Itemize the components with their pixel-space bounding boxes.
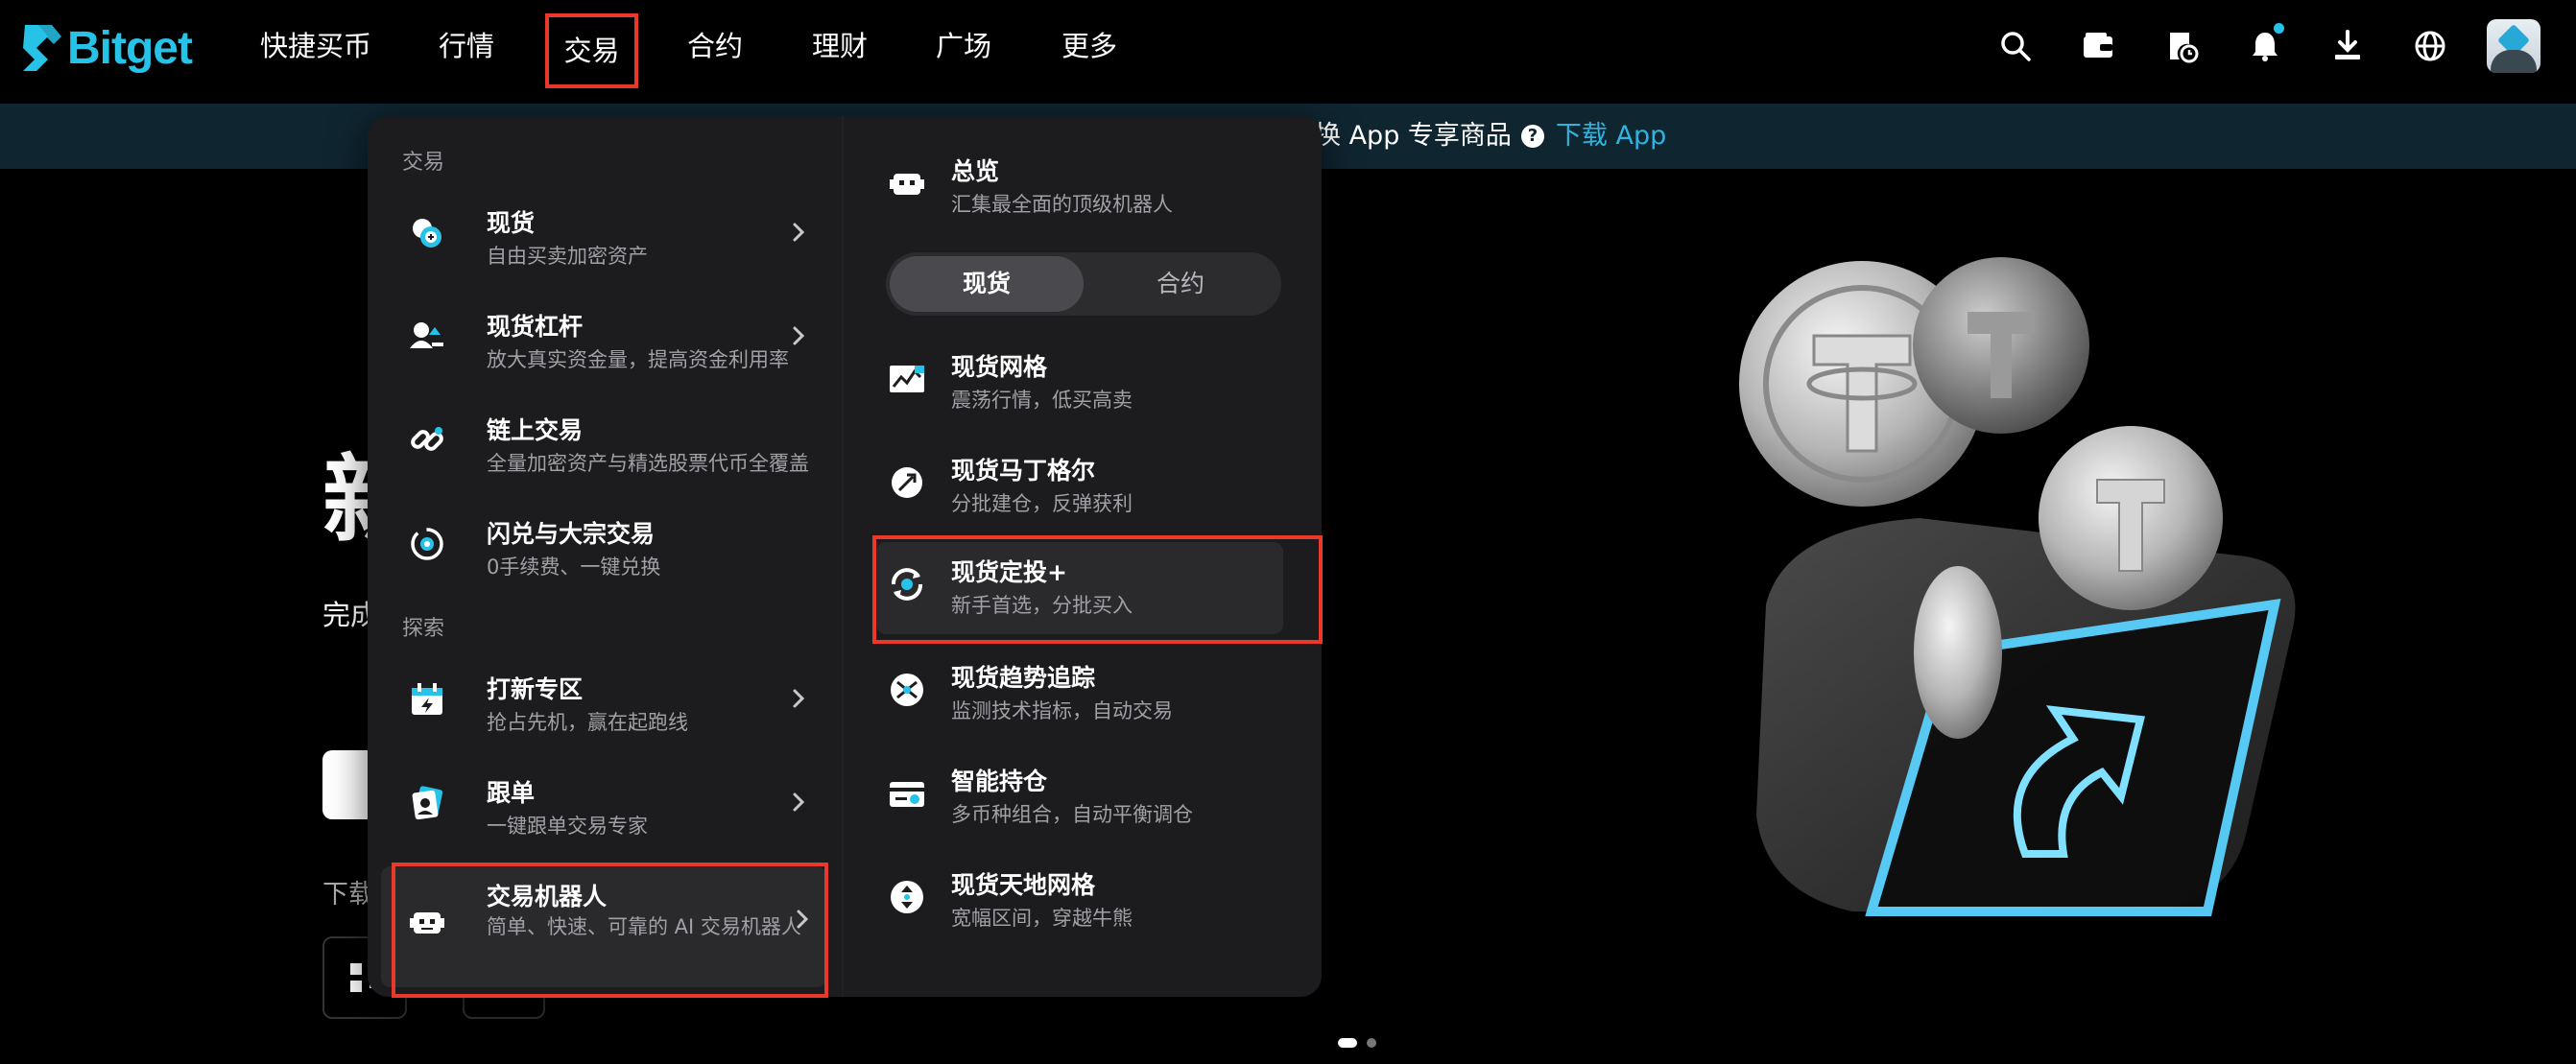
- usdt-coins-wallet-illustration: [1739, 257, 2296, 916]
- launchpad-icon: [406, 678, 448, 721]
- bot-item-desc: 宽幅区间，穿越牛熊: [951, 907, 1133, 930]
- martingale-icon: [886, 461, 928, 504]
- convert-icon: [406, 523, 448, 565]
- avatar-base: [2491, 50, 2537, 73]
- avatar[interactable]: [2487, 19, 2540, 73]
- menu-item-title: 跟单: [487, 779, 536, 807]
- copy-trade-icon: [406, 782, 448, 824]
- menu-item-spot[interactable]: 现货 自由买卖加密资产: [391, 193, 823, 285]
- menu-item-onchain[interactable]: 链上交易 全量加密资产与精选股票代币全覆盖: [391, 400, 823, 492]
- section-label-trade: 交易: [402, 151, 445, 175]
- bot-item-desc: 新手首选，分批买入: [951, 594, 1133, 617]
- menu-item-desc: 一键跟单交易专家: [487, 815, 648, 838]
- download-icon[interactable]: [2326, 25, 2369, 67]
- bot-icon: [406, 901, 448, 943]
- menu-item-trading-bot[interactable]: 交易机器人 简单、快速、可靠的 AI 交易机器人: [381, 866, 826, 987]
- search-icon[interactable]: [1994, 25, 2037, 67]
- bot-type-segmented-control: 现货 合约: [886, 252, 1281, 316]
- portfolio-icon: [886, 772, 928, 815]
- menu-item-title: 交易机器人: [487, 883, 608, 910]
- bot-item-title: 智能持仓: [951, 768, 1048, 795]
- nav-earn[interactable]: 理财: [812, 25, 868, 67]
- nav-futures[interactable]: 合约: [687, 25, 743, 67]
- menu-item-desc: 简单、快速、可靠的 AI 交易机器人: [487, 915, 801, 938]
- globe-icon[interactable]: [2409, 25, 2451, 67]
- bot-item-title: 现货定投+: [951, 558, 1067, 586]
- bot-item-title: 现货天地网格: [951, 871, 1096, 899]
- menu-item-copy-trade[interactable]: 跟单 一键跟单交易专家: [391, 763, 823, 855]
- bot-item-trend[interactable]: 现货趋势追踪 监测技术指标，自动交易: [886, 648, 1308, 740]
- menu-item-launchpad[interactable]: 打新专区 抢占先机，赢在起跑线: [391, 659, 823, 751]
- bot-item-spot-dca[interactable]: 现货定投+ 新手首选，分批买入: [876, 542, 1283, 634]
- trend-icon: [886, 669, 928, 711]
- bot-overview-title: 总览: [951, 157, 1000, 185]
- hero-download-label: 下载: [322, 880, 374, 910]
- menu-item-desc: 抢占先机，赢在起跑线: [487, 711, 688, 734]
- bot-item-desc: 监测技术指标，自动交易: [951, 699, 1173, 722]
- notification-dot: [2274, 23, 2284, 34]
- onchain-icon: [406, 419, 448, 461]
- chevron-right-icon: [793, 326, 805, 345]
- infinity-grid-icon: [886, 876, 928, 918]
- menu-item-convert[interactable]: 闪兑与大宗交易 0手续费、一键兑换: [391, 504, 823, 596]
- carousel-dot[interactable]: [1367, 1038, 1376, 1048]
- nav-quick-buy[interactable]: 快捷买币: [260, 25, 371, 67]
- margin-icon: [406, 316, 448, 358]
- bot-overview-desc: 汇集最全面的顶级机器人: [951, 193, 1173, 216]
- menu-item-title: 现货杠杆: [487, 313, 584, 341]
- bot-item-desc: 分批建仓，反弹获利: [951, 492, 1133, 515]
- history-icon[interactable]: [2160, 25, 2203, 67]
- chevron-right-icon: [793, 223, 805, 242]
- overview-bot-icon: [886, 162, 928, 204]
- wallet-icon[interactable]: [2077, 25, 2119, 67]
- bell-icon[interactable]: [2244, 23, 2286, 67]
- spot-icon: [406, 212, 448, 254]
- chevron-right-icon: [793, 792, 805, 812]
- tab-futures[interactable]: 合约: [1084, 256, 1277, 312]
- menu-item-desc: 放大真实资金量，提高资金利用率: [487, 348, 789, 371]
- bitget-logo[interactable]: Bitget: [19, 19, 193, 77]
- bot-item-spot-grid[interactable]: 现货网格 震荡行情，低买高卖: [886, 337, 1308, 429]
- nav-more[interactable]: 更多: [1061, 25, 1117, 67]
- section-label-explore: 探索: [402, 617, 445, 641]
- promo-banner-text: 换 App 专享商品: [1315, 121, 1512, 151]
- download-app-link[interactable]: 下载 App: [1556, 117, 1666, 155]
- bot-item-desc: 多币种组合，自动平衡调仓: [951, 803, 1193, 826]
- nav-trade[interactable]: 交易: [545, 13, 638, 88]
- promo-banner-text-wrap: 换 App 专享商品 ? 下载 App: [1315, 117, 1666, 155]
- grid-icon: [886, 358, 928, 400]
- menu-item-title: 链上交易: [487, 416, 584, 444]
- chevron-right-icon: [797, 910, 809, 929]
- carousel-dots: [1338, 1038, 1376, 1048]
- nav-markets[interactable]: 行情: [439, 25, 494, 67]
- carousel-dot-active[interactable]: [1338, 1038, 1357, 1048]
- trade-dropdown-menu: 交易 现货 自由买卖加密资产 现货杠杆 放大真实资金量，提高资金利用率 链上交易…: [368, 116, 1323, 998]
- top-navigation: Bitget 快捷买币 行情 交易 合约 理财 广场 更多: [0, 0, 2576, 104]
- help-icon[interactable]: ?: [1520, 125, 1544, 148]
- menu-item-desc: 0手续费、一键兑换: [487, 556, 661, 579]
- bot-overview[interactable]: 总览 汇集最全面的顶级机器人: [886, 141, 1308, 233]
- bot-item-portfolio[interactable]: 智能持仓 多币种组合，自动平衡调仓: [886, 751, 1308, 843]
- menu-item-title: 打新专区: [487, 675, 584, 703]
- menu-divider: [842, 116, 844, 997]
- chevron-right-icon: [793, 689, 805, 708]
- bitget-logo-mark-icon: [23, 25, 61, 71]
- menu-item-desc: 全量加密资产与精选股票代币全覆盖: [487, 452, 809, 475]
- bot-item-infinity-grid[interactable]: 现货天地网格 宽幅区间，穿越牛熊: [886, 855, 1308, 947]
- nav-square[interactable]: 广场: [936, 25, 991, 67]
- tab-spot[interactable]: 现货: [890, 256, 1084, 312]
- bot-item-martingale[interactable]: 现货马丁格尔 分批建仓，反弹获利: [886, 440, 1308, 532]
- menu-item-desc: 自由买卖加密资产: [487, 245, 648, 268]
- bot-item-desc: 震荡行情，低买高卖: [951, 389, 1133, 412]
- bot-item-title: 现货网格: [951, 353, 1048, 381]
- menu-item-title: 现货: [487, 209, 536, 237]
- bitget-logo-text: Bitget: [67, 22, 193, 74]
- menu-item-margin[interactable]: 现货杠杆 放大真实资金量，提高资金利用率: [391, 296, 823, 389]
- menu-item-title: 闪兑与大宗交易: [487, 520, 656, 548]
- bot-item-title: 现货趋势追踪: [951, 664, 1096, 692]
- dca-icon: [886, 563, 928, 605]
- bot-item-title: 现货马丁格尔: [951, 457, 1096, 485]
